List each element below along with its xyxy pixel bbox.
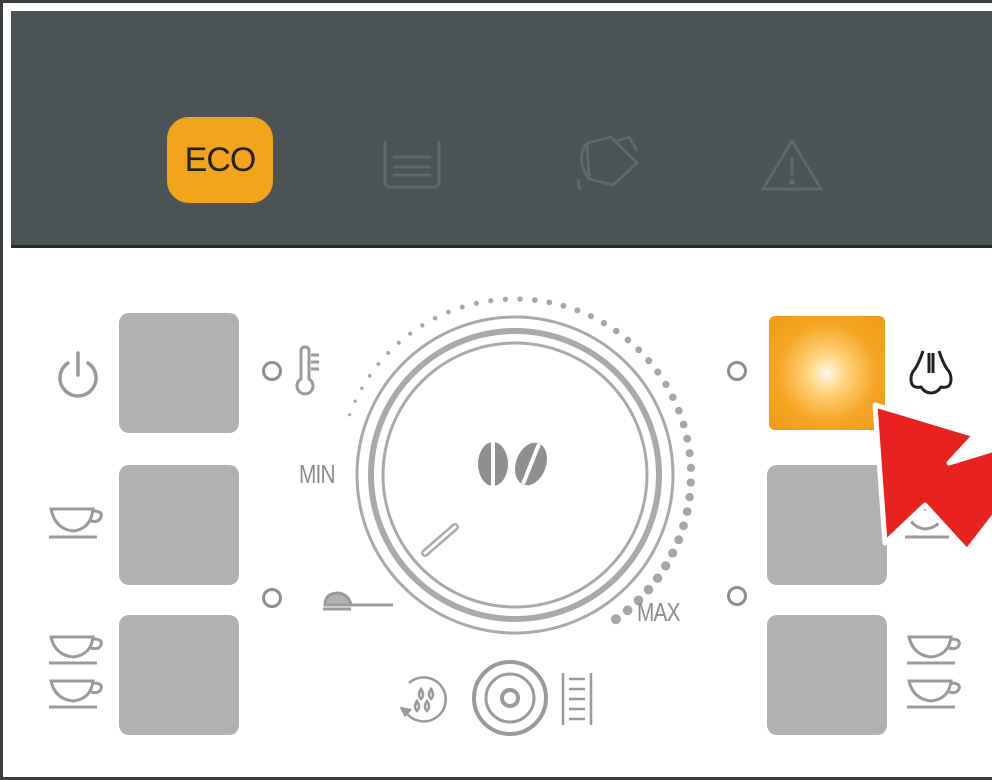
dial-dot xyxy=(612,327,620,335)
dial-dot xyxy=(686,478,695,487)
dial-dot xyxy=(376,362,381,366)
control-panel: ECO MIN MAX xyxy=(0,0,992,780)
double-led xyxy=(727,586,747,606)
dial-dot xyxy=(669,393,677,401)
dial-dot xyxy=(517,296,523,302)
water-hardness-icon xyxy=(561,673,593,725)
dial-dot xyxy=(600,319,608,327)
dial-dot xyxy=(679,521,688,531)
dial-dot xyxy=(531,297,538,303)
dial-dot xyxy=(488,298,494,304)
dial-dot xyxy=(685,492,694,502)
double-coffee-button[interactable] xyxy=(767,615,887,735)
pointer-arrow-icon xyxy=(872,402,992,551)
dial-dot xyxy=(560,302,567,309)
dial-dot xyxy=(668,548,678,558)
dial-dot xyxy=(654,368,662,376)
steam-led xyxy=(727,361,747,381)
dial-dot xyxy=(645,357,653,365)
dial-dot xyxy=(546,299,553,306)
double-cup-icon xyxy=(49,635,103,709)
dial-dot xyxy=(674,535,684,545)
dial-dot xyxy=(348,413,352,417)
water-tank-icon xyxy=(576,135,640,191)
dial-dot xyxy=(420,323,425,328)
rinse-button[interactable] xyxy=(469,657,551,739)
eco-indicator: ECO xyxy=(167,117,273,203)
dial-max-label: MAX xyxy=(637,597,680,627)
double-espresso-button[interactable] xyxy=(119,615,239,735)
dial-dot xyxy=(386,351,391,355)
temperature-led xyxy=(262,361,282,381)
dial-dot xyxy=(661,561,671,571)
dial-dot xyxy=(675,406,683,415)
dial-dot xyxy=(502,296,509,302)
double-cup-right-icon xyxy=(907,635,961,709)
dial-dot xyxy=(396,340,401,345)
dial-dot xyxy=(652,573,663,583)
dial-dot xyxy=(446,309,451,315)
dial-dot xyxy=(432,315,438,321)
dial-dot xyxy=(662,380,670,389)
dial-dot xyxy=(574,307,581,314)
descale-icon xyxy=(399,676,447,723)
dial-dot xyxy=(622,605,633,616)
dial-dot xyxy=(624,336,632,344)
dial-dot xyxy=(459,304,465,310)
dial-dot xyxy=(679,420,688,429)
dial-dot xyxy=(587,313,595,320)
aroma-led xyxy=(262,588,282,608)
dial-dot xyxy=(473,300,479,306)
dial-dot xyxy=(685,449,694,458)
dial-min-label: MIN xyxy=(299,459,336,489)
dial-dot xyxy=(682,507,692,516)
dial-dot xyxy=(683,434,692,443)
dial-dot xyxy=(686,463,695,472)
dial-dot xyxy=(408,331,413,336)
status-bar: ECO xyxy=(11,11,992,248)
dial-dot xyxy=(635,346,643,354)
dial-dot xyxy=(643,584,654,595)
power-button[interactable] xyxy=(119,313,239,433)
dial-dot xyxy=(367,373,372,378)
coffee-beans-icon xyxy=(478,442,547,486)
warning-icon xyxy=(760,138,824,191)
dial-dot xyxy=(610,614,621,625)
dial-dot xyxy=(353,399,357,403)
espresso-cup-icon xyxy=(49,507,103,539)
steam-icon xyxy=(909,350,953,395)
grounds-container-icon xyxy=(383,141,441,189)
espresso-button[interactable] xyxy=(119,465,239,585)
power-icon xyxy=(58,351,98,398)
dial-dot xyxy=(360,386,364,390)
